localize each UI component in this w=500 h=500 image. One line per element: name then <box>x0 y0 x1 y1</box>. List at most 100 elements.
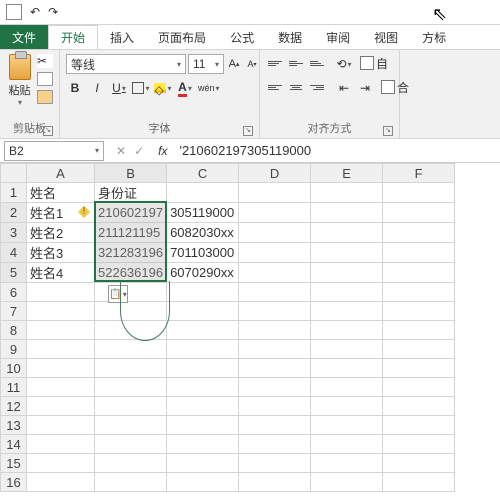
cell[interactable] <box>27 473 95 492</box>
cell[interactable] <box>239 321 311 340</box>
cell[interactable] <box>383 416 455 435</box>
cell[interactable] <box>311 454 383 473</box>
cell[interactable] <box>27 359 95 378</box>
cell[interactable] <box>95 283 167 302</box>
col-header-d[interactable]: D <box>239 164 311 183</box>
cell[interactable]: 姓名 <box>27 183 95 203</box>
cell[interactable] <box>239 473 311 492</box>
cell[interactable]: 身份证 <box>95 183 167 203</box>
row-header[interactable]: 13 <box>1 416 27 435</box>
cell[interactable]: 6070290xx <box>167 263 239 283</box>
row-header[interactable]: 15 <box>1 454 27 473</box>
cell[interactable] <box>383 243 455 263</box>
row-header[interactable]: 12 <box>1 397 27 416</box>
decrease-indent-icon[interactable]: ⇤ <box>335 78 353 98</box>
cell[interactable] <box>383 203 455 223</box>
cell[interactable] <box>27 340 95 359</box>
cell[interactable] <box>311 397 383 416</box>
tab-review[interactable]: 审阅 <box>314 25 362 49</box>
col-header-b[interactable]: B <box>95 164 167 183</box>
cell[interactable] <box>27 283 95 302</box>
cell[interactable] <box>383 183 455 203</box>
row-header[interactable]: 3 <box>1 223 27 243</box>
row-header[interactable]: 11 <box>1 378 27 397</box>
expand-icon[interactable]: ↘ <box>243 126 253 136</box>
row-header[interactable]: 16 <box>1 473 27 492</box>
cell[interactable] <box>27 454 95 473</box>
expand-icon[interactable]: ↘ <box>383 126 393 136</box>
cell[interactable] <box>383 223 455 243</box>
row-header[interactable]: 6 <box>1 283 27 302</box>
cell[interactable]: 321283196 <box>95 243 167 263</box>
wrap-text-button[interactable]: 自 <box>356 54 392 72</box>
cell[interactable] <box>239 263 311 283</box>
tab-data[interactable]: 数据 <box>266 25 314 49</box>
cell[interactable] <box>383 283 455 302</box>
font-name-select[interactable]: 等线▾ <box>66 54 186 74</box>
cell[interactable] <box>239 302 311 321</box>
select-all-corner[interactable] <box>1 164 27 183</box>
error-indicator-icon[interactable]: ! <box>76 203 92 219</box>
cell[interactable] <box>167 454 239 473</box>
cell[interactable] <box>383 473 455 492</box>
cell[interactable] <box>95 302 167 321</box>
cell[interactable]: 姓名4 <box>27 263 95 283</box>
cell[interactable]: 305119000 <box>167 203 239 223</box>
row-header[interactable]: 9 <box>1 340 27 359</box>
tab-home[interactable]: 开始 <box>48 25 98 49</box>
cell[interactable] <box>311 263 383 283</box>
cell[interactable] <box>383 302 455 321</box>
cell[interactable] <box>239 378 311 397</box>
cell[interactable] <box>27 321 95 340</box>
underline-button[interactable]: U▾ <box>110 78 128 98</box>
col-header-e[interactable]: E <box>311 164 383 183</box>
row-header[interactable]: 8 <box>1 321 27 340</box>
cell[interactable] <box>95 473 167 492</box>
tab-view[interactable]: 视图 <box>362 25 410 49</box>
font-color-button[interactable]: A▾ <box>176 78 194 98</box>
cell[interactable] <box>27 435 95 454</box>
cell[interactable] <box>239 203 311 223</box>
cell[interactable] <box>311 435 383 454</box>
cell[interactable] <box>167 416 239 435</box>
cell[interactable] <box>383 397 455 416</box>
fill-color-button[interactable]: ◇▾ <box>154 78 172 98</box>
border-button[interactable]: ▾ <box>132 78 150 98</box>
row-header[interactable]: 10 <box>1 359 27 378</box>
bold-button[interactable]: B <box>66 78 84 98</box>
tab-formulas[interactable]: 公式 <box>218 25 266 49</box>
cell[interactable] <box>239 223 311 243</box>
align-middle-icon[interactable] <box>287 54 305 72</box>
cell[interactable] <box>239 397 311 416</box>
cell[interactable] <box>95 378 167 397</box>
cell[interactable]: 522636196 <box>95 263 167 283</box>
cut-icon[interactable]: ✂ <box>37 54 53 68</box>
cell[interactable]: 211121195 <box>95 223 167 243</box>
cell[interactable] <box>27 397 95 416</box>
row-header[interactable]: 14 <box>1 435 27 454</box>
cell[interactable] <box>311 340 383 359</box>
row-header[interactable]: 4 <box>1 243 27 263</box>
col-header-c[interactable]: C <box>167 164 239 183</box>
font-size-select[interactable]: 11▾ <box>188 54 224 74</box>
cell[interactable] <box>27 416 95 435</box>
cell[interactable] <box>239 340 311 359</box>
phonetic-button[interactable]: wén▾ <box>198 78 220 98</box>
cell[interactable] <box>95 435 167 454</box>
expand-icon[interactable]: ↘ <box>43 126 53 136</box>
cell[interactable] <box>167 183 239 203</box>
align-bottom-icon[interactable] <box>308 54 326 72</box>
cell[interactable] <box>311 321 383 340</box>
row-header[interactable]: 5 <box>1 263 27 283</box>
cell[interactable] <box>311 203 383 223</box>
cell[interactable] <box>95 340 167 359</box>
cell[interactable] <box>167 359 239 378</box>
cell[interactable] <box>27 378 95 397</box>
tab-insert[interactable]: 插入 <box>98 25 146 49</box>
cell[interactable] <box>239 183 311 203</box>
cell[interactable] <box>383 359 455 378</box>
save-icon[interactable] <box>6 4 22 20</box>
cell[interactable] <box>311 416 383 435</box>
paste-options-button[interactable]: 📋▾ <box>108 285 128 303</box>
worksheet-grid[interactable]: A B C D E F 1姓名身份证 2姓名121060219730511900… <box>0 163 500 492</box>
